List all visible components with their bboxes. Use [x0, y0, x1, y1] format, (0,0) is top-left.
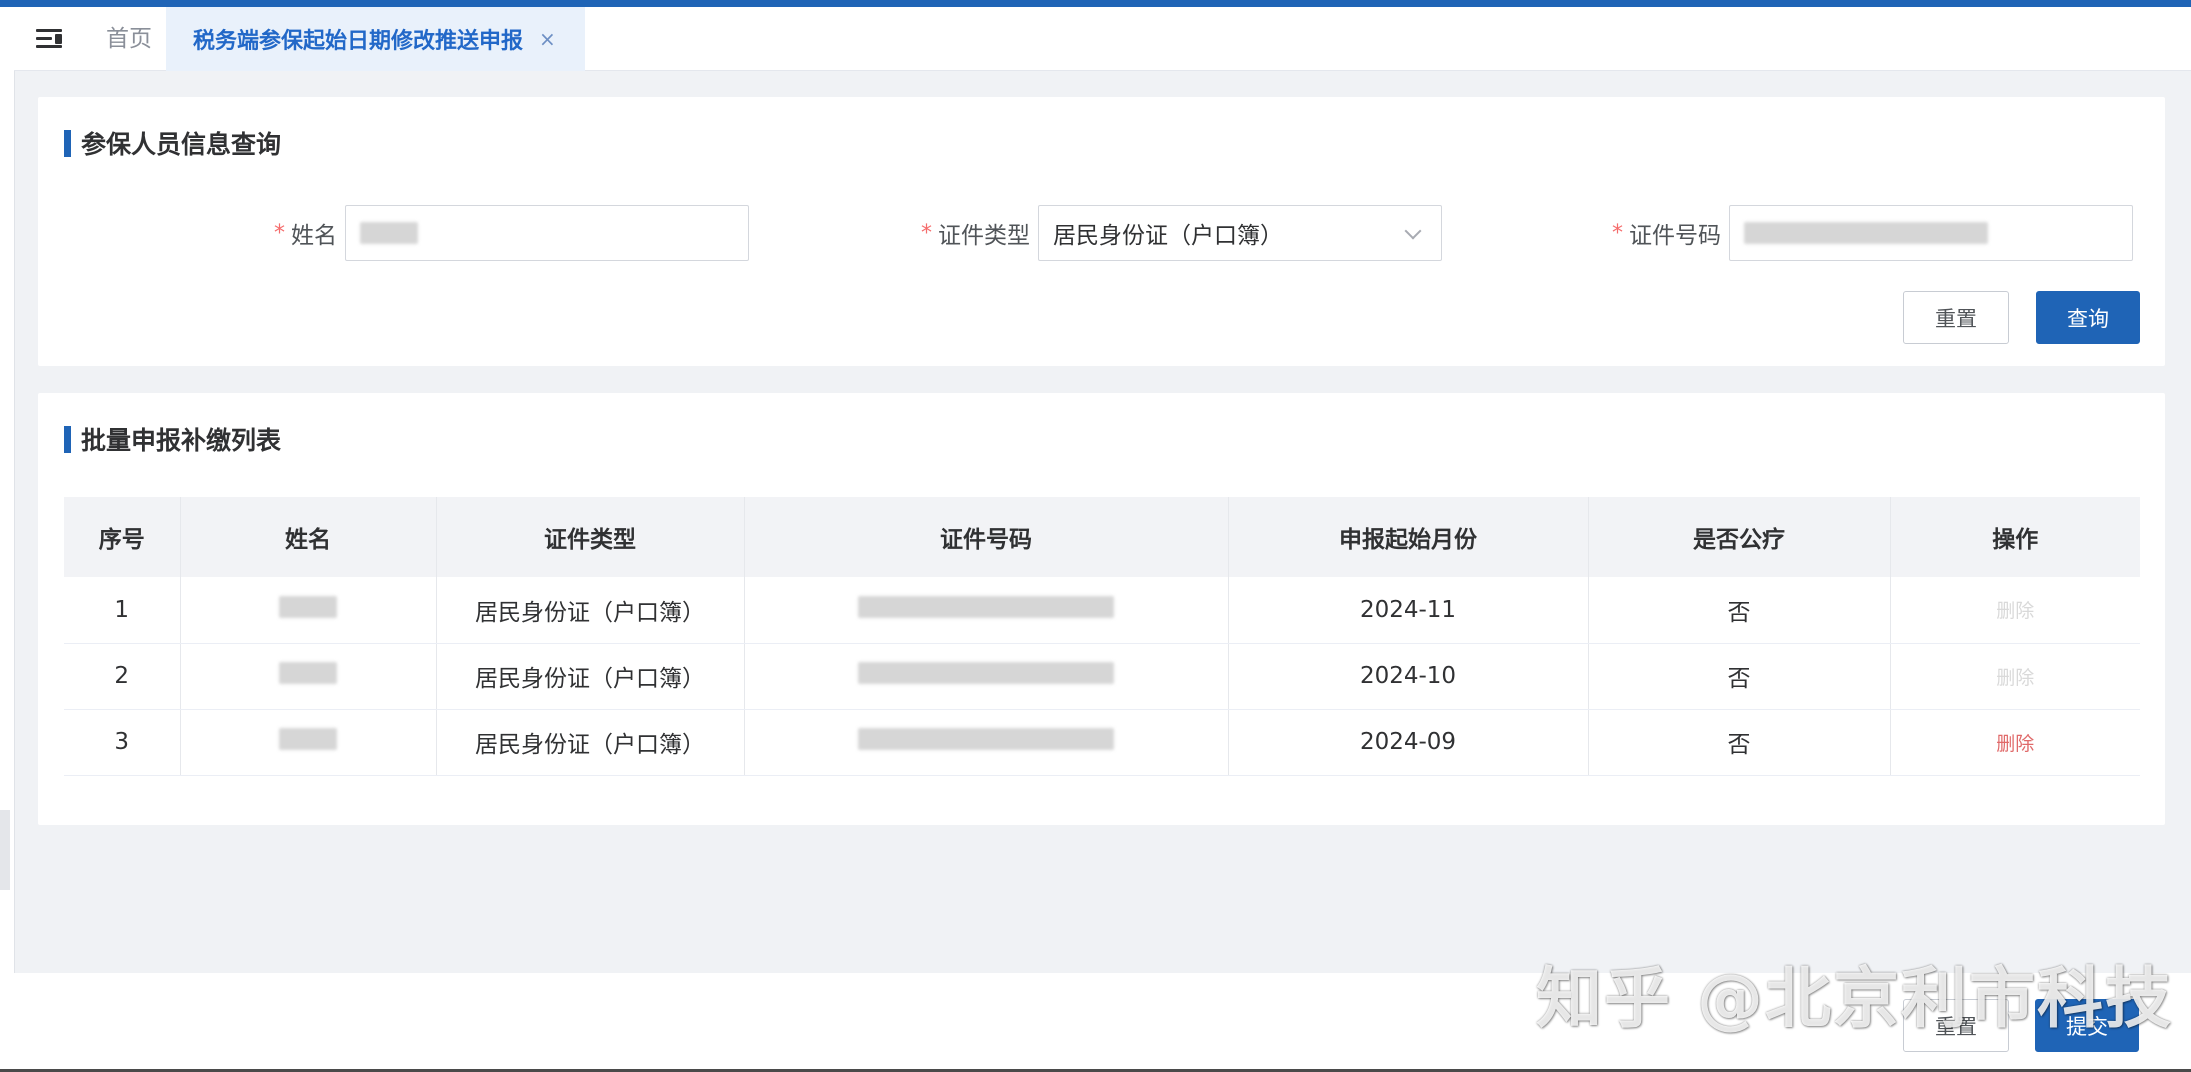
chevron-down-icon — [1404, 222, 1422, 240]
main-content: 参保人员信息查询 * 姓名 * 证件类型 居民身份证（户口簿） * 证件号码 重… — [14, 71, 2191, 973]
cell-id-type: 居民身份证（户口簿） — [436, 577, 745, 644]
list-card: 批量申报补缴列表 序号 姓名 证件类型 证件号码 申报起始月份 是否公疗 操作 — [38, 393, 2165, 825]
table-header-row: 序号 姓名 证件类型 证件号码 申报起始月份 是否公疗 操作 — [64, 497, 2140, 577]
watermark-text: 知乎 @北京利市科技 — [1536, 960, 2173, 1037]
name-input[interactable] — [345, 205, 749, 261]
cell-start-month: 2024-09 — [1228, 709, 1589, 776]
id-number-field: * 证件号码 — [1612, 205, 2133, 261]
cell-name — [180, 577, 437, 644]
col-name: 姓名 — [180, 497, 437, 577]
col-public-medical: 是否公疗 — [1588, 497, 1891, 577]
col-seq: 序号 — [64, 497, 181, 577]
required-mark: * — [274, 220, 285, 246]
required-mark: * — [921, 220, 932, 246]
col-action: 操作 — [1890, 497, 2140, 577]
delete-link-disabled: 删除 — [1996, 666, 2035, 689]
cell-id-number — [744, 643, 1229, 710]
tab-home[interactable]: 首页 — [106, 7, 152, 71]
query-card: 参保人员信息查询 * 姓名 * 证件类型 居民身份证（户口簿） * 证件号码 重… — [38, 97, 2165, 366]
list-section-title: 批量申报补缴列表 — [64, 421, 281, 457]
cell-public-medical: 否 — [1588, 709, 1891, 776]
cell-name — [180, 643, 437, 710]
redacted-id-number — [858, 728, 1114, 750]
redacted-id-number — [858, 595, 1114, 618]
cell-start-month: 2024-11 — [1228, 577, 1589, 644]
redacted-id-number — [1744, 222, 1988, 244]
menu-toggle-icon[interactable] — [36, 27, 64, 51]
cell-start-month: 2024-10 — [1228, 643, 1589, 710]
name-field: * 姓名 — [274, 205, 749, 261]
query-title-text: 参保人员信息查询 — [81, 130, 282, 159]
top-accent-strip — [0, 0, 2191, 7]
cell-id-number — [744, 709, 1229, 776]
redacted-name — [360, 222, 418, 244]
cell-action: 删除 — [1890, 643, 2140, 710]
delete-link-disabled: 删除 — [1996, 600, 2035, 623]
tab-label: 税务端参保起始日期修改推送申报 — [193, 29, 524, 54]
id-number-input[interactable] — [1729, 205, 2133, 261]
cell-id-type: 居民身份证（户口簿） — [436, 709, 745, 776]
close-icon[interactable]: × — [539, 27, 556, 51]
cell-seq: 2 — [64, 643, 181, 710]
cell-seq: 3 — [64, 709, 181, 776]
table-row: 2 居民身份证（户口簿） 2024-10 否 删除 — [64, 643, 2140, 710]
table-row: 1 居民身份证（户口簿） 2024-11 否 删除 — [64, 577, 2140, 644]
redacted-name — [279, 595, 337, 618]
name-label: 姓名 — [291, 223, 337, 249]
cell-name — [180, 709, 437, 776]
query-search-button[interactable]: 查询 — [2036, 291, 2140, 344]
list-title-text: 批量申报补缴列表 — [81, 426, 282, 455]
batch-declaration-table: 序号 姓名 证件类型 证件号码 申报起始月份 是否公疗 操作 1 居民身份证（户… — [64, 497, 2140, 776]
id-type-select[interactable]: 居民身份证（户口簿） — [1038, 205, 1442, 261]
col-id-number: 证件号码 — [744, 497, 1229, 577]
col-id-type: 证件类型 — [436, 497, 745, 577]
cell-public-medical: 否 — [1588, 577, 1891, 644]
tab-bar: 首页 税务端参保起始日期修改推送申报 × — [14, 7, 2191, 71]
cell-seq: 1 — [64, 577, 181, 644]
cell-action: 删除 — [1890, 709, 2140, 776]
delete-link[interactable]: 删除 — [1996, 733, 2034, 755]
redacted-name — [279, 662, 337, 684]
redacted-name — [279, 728, 337, 750]
tab-insurance-start-date[interactable]: 税务端参保起始日期修改推送申报 × — [166, 7, 585, 71]
query-section-title: 参保人员信息查询 — [64, 125, 281, 161]
title-accent-bar — [64, 129, 71, 157]
cell-id-number — [744, 577, 1229, 644]
left-edge-handle — [0, 810, 10, 890]
query-reset-button[interactable]: 重置 — [1903, 291, 2009, 344]
id-type-label: 证件类型 — [938, 223, 1030, 249]
redacted-id-number — [858, 662, 1114, 684]
col-start-month: 申报起始月份 — [1228, 497, 1589, 577]
title-accent-bar — [64, 425, 71, 453]
table-row: 3 居民身份证（户口簿） 2024-09 否 删除 — [64, 709, 2140, 776]
id-type-selected-value: 居民身份证（户口簿） — [1053, 223, 1283, 249]
id-number-label: 证件号码 — [1629, 223, 1721, 249]
required-mark: * — [1612, 220, 1623, 246]
cell-public-medical: 否 — [1588, 643, 1891, 710]
cell-id-type: 居民身份证（户口簿） — [436, 643, 745, 710]
cell-action: 删除 — [1890, 577, 2140, 644]
id-type-field: * 证件类型 居民身份证（户口簿） — [921, 205, 1442, 261]
